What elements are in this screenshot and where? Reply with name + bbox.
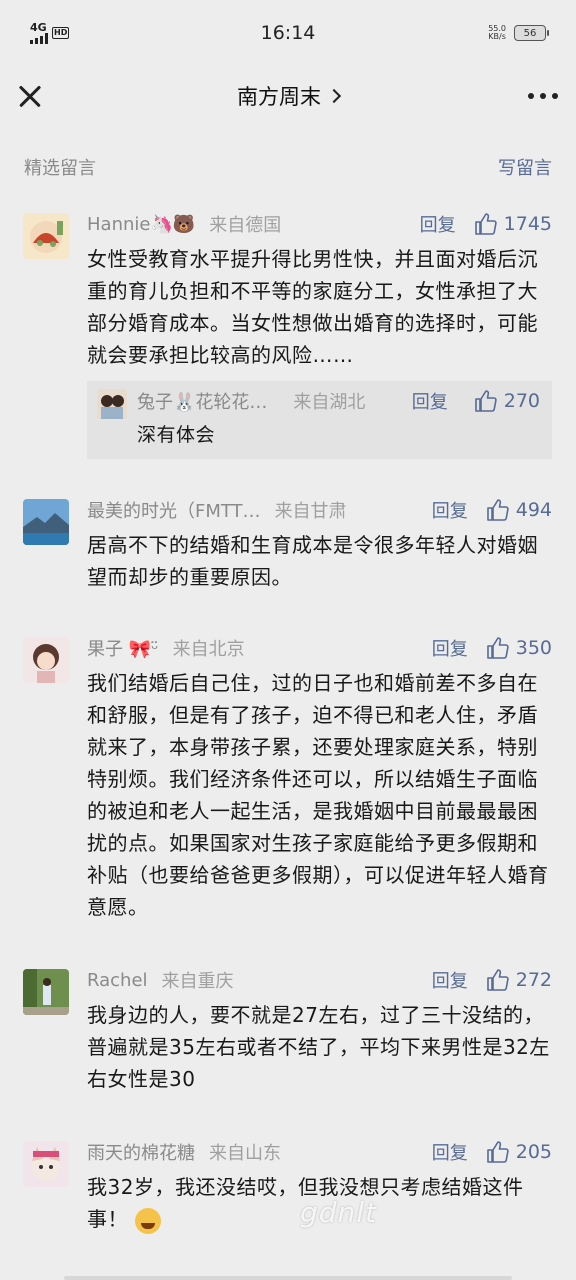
home-indicator: [64, 1276, 512, 1280]
reply-button[interactable]: 回复: [432, 497, 468, 523]
reply-button[interactable]: 回复: [412, 388, 448, 414]
comment-author: 果子 🎀ᵕ̈: [87, 639, 159, 660]
thumbs-up-icon: [474, 390, 497, 412]
avatar[interactable]: [97, 389, 127, 419]
comment-location: 来自德国: [209, 215, 282, 236]
like-button[interactable]: 272: [486, 968, 552, 992]
nav-bar: 南方周末: [0, 66, 576, 126]
reply-author: 兔子🐰花轮花…: [137, 392, 268, 413]
battery-icon: 56: [514, 25, 549, 41]
chevron-right-icon: [326, 88, 342, 104]
like-button[interactable]: 270: [474, 389, 540, 413]
thumbs-up-icon: [486, 1141, 509, 1163]
reply-location: 来自湖北: [293, 392, 366, 413]
comment-location: 来自甘肃: [274, 501, 347, 522]
network-speed: 55.0 KB/s: [488, 25, 506, 41]
like-count: 270: [503, 390, 540, 412]
comment-location: 来自北京: [172, 639, 245, 660]
comment-location: 来自山东: [209, 1143, 281, 1164]
avatar[interactable]: [23, 969, 69, 1015]
comment-text: 我们结婚后自己住，过的日子也和婚前差不多自在和舒服，但是有了孩子，迫不得已和老人…: [87, 671, 549, 919]
signal-bars-icon: [30, 32, 48, 44]
network-type: 4G: [30, 20, 47, 34]
avatar[interactable]: [23, 499, 69, 545]
comment-author: 雨天的棉花糖: [87, 1143, 195, 1164]
avatar[interactable]: [23, 213, 69, 259]
reply-button[interactable]: 回复: [432, 967, 468, 993]
hd-badge: HD: [52, 27, 70, 39]
like-button[interactable]: 1745: [474, 212, 552, 236]
reply-text: 深有体会: [137, 424, 216, 446]
comment-text: 女性受教育水平提升得比男性快，并且面对婚后沉重的育儿负担和不平等的家庭分工，女性…: [87, 247, 538, 367]
laughing-emoji-icon: [134, 1207, 161, 1234]
comment-item: 果子 🎀ᵕ̈ 来自北京 回复 350 我们结婚后自己住，过的日子也和婚前差不多自…: [0, 631, 576, 923]
status-bar: 4G HD 16:14 55.0 KB/s 56: [0, 0, 576, 66]
comment-text: 居高不下的结婚和生育成本是令很多年轻人对婚姻望而却步的重要原因。: [87, 533, 538, 589]
reply-button[interactable]: 回复: [432, 1139, 468, 1165]
like-button[interactable]: 350: [486, 636, 552, 660]
network-speed-unit: KB/s: [488, 32, 506, 41]
comment-author: 最美的时光（FMTT…: [87, 501, 261, 522]
comment-location: 来自重庆: [161, 971, 234, 992]
reply-button[interactable]: 回复: [420, 211, 456, 237]
signal-indicator: 4G HD: [30, 20, 70, 44]
author-reply: 兔子🐰花轮花… 来自湖北 回复 270 深有体会: [87, 381, 552, 459]
comments-header: 精选留言 写留言: [0, 126, 576, 188]
comment-item: 最美的时光（FMTT… 来自甘肃 回复 494 居高不下的结婚和生育成本是令很多…: [0, 493, 576, 593]
thumbs-up-icon: [486, 499, 509, 521]
reply-button[interactable]: 回复: [432, 635, 468, 661]
avatar[interactable]: [23, 637, 69, 683]
comment-author: Rachel: [87, 969, 148, 991]
comment-item: Rachel 来自重庆 回复 272 我身边的人，要不就是27左右，过了三十没结…: [0, 963, 576, 1095]
thumbs-up-icon: [486, 637, 509, 659]
like-count: 205: [515, 1141, 552, 1163]
write-comment-button[interactable]: 写留言: [498, 154, 552, 180]
account-title-link[interactable]: 南方周末: [0, 81, 576, 111]
comment-text: 我身边的人，要不就是27左右，过了三十没结的，普遍就是35左右或者不结了，平均下…: [87, 1003, 550, 1091]
avatar[interactable]: [23, 1141, 69, 1187]
like-count: 494: [515, 499, 552, 521]
account-title: 南方周末: [237, 85, 321, 109]
like-button[interactable]: 205: [486, 1140, 552, 1164]
comment-item: Hannie🦄🐻 来自德国 回复 1745 女性受教育水平提升得比男性快，并且面…: [0, 207, 576, 459]
like-count: 1745: [503, 213, 552, 235]
like-button[interactable]: 494: [486, 498, 552, 522]
like-count: 272: [515, 969, 552, 991]
thumbs-up-icon: [486, 969, 509, 991]
thumbs-up-icon: [474, 213, 497, 235]
like-count: 350: [515, 637, 552, 659]
comment-item: 雨天的棉花糖 来自山东 回复 205 我32岁，我还没结哎，但我没想只考虑结婚这…: [0, 1135, 576, 1235]
comment-author: Hannie🦄🐻: [87, 213, 196, 235]
battery-level: 56: [523, 27, 537, 39]
featured-comments-title: 精选留言: [24, 158, 96, 179]
